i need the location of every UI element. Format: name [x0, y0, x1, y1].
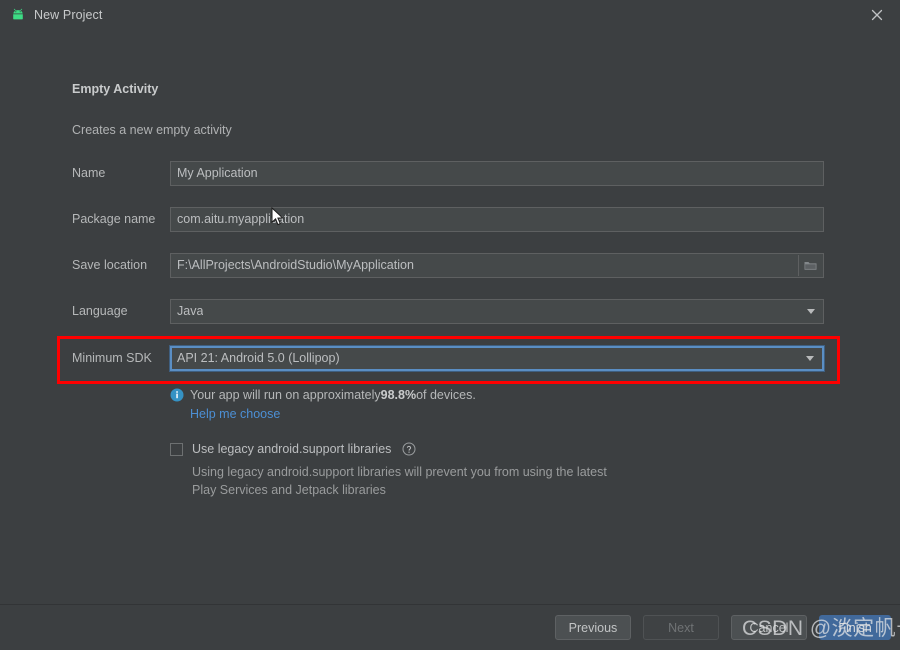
- legacy-libraries-label[interactable]: Use legacy android.support libraries: [192, 442, 391, 456]
- row-save-location: Save location F:\AllProjects\AndroidStud…: [0, 252, 900, 278]
- row-minimum-sdk: Minimum SDK API 21: Android 5.0 (Lollipo…: [0, 345, 900, 371]
- page-title: Empty Activity: [72, 82, 159, 96]
- wizard-content: Empty Activity Creates a new empty activ…: [0, 30, 900, 605]
- minimum-sdk-select-value: API 21: Android 5.0 (Lollipop): [177, 351, 340, 365]
- chevron-down-icon[interactable]: [799, 301, 822, 322]
- page-subtitle: Creates a new empty activity: [72, 123, 232, 137]
- minimum-sdk-select[interactable]: API 21: Android 5.0 (Lollipop): [170, 345, 824, 371]
- android-robot-icon: [10, 7, 26, 23]
- window-titlebar: New Project: [0, 0, 900, 30]
- package-name-input-value: com.aitu.myapplication: [177, 212, 305, 226]
- window-title: New Project: [34, 8, 103, 22]
- legacy-libraries-option[interactable]: Use legacy android.support libraries: [170, 442, 416, 456]
- dialog-footer: Previous Next Cancel Finish: [0, 604, 900, 650]
- sdk-device-coverage-info: Your app will run on approximately 98.8%…: [170, 388, 476, 402]
- save-location-input-value: F:\AllProjects\AndroidStudio\MyApplicati…: [177, 258, 414, 272]
- save-location-input[interactable]: F:\AllProjects\AndroidStudio\MyApplicati…: [170, 252, 824, 278]
- question-mark-icon[interactable]: [402, 442, 416, 456]
- row-name: Name My Application: [0, 160, 900, 186]
- next-button: Next: [643, 615, 719, 640]
- folder-icon[interactable]: [798, 254, 822, 276]
- previous-button[interactable]: Previous: [555, 615, 631, 640]
- finish-button[interactable]: Finish: [819, 615, 891, 640]
- package-name-input[interactable]: com.aitu.myapplication: [170, 206, 824, 232]
- info-icon: [170, 388, 184, 402]
- minimum-sdk-label: Minimum SDK: [72, 351, 152, 365]
- name-input-value: My Application: [177, 166, 258, 180]
- close-icon[interactable]: [854, 0, 900, 30]
- chevron-down-icon[interactable]: [798, 349, 821, 368]
- coverage-text-after: of devices.: [416, 388, 476, 402]
- legacy-libraries-checkbox[interactable]: [170, 442, 183, 456]
- package-name-label: Package name: [72, 212, 156, 226]
- row-language: Language Java: [0, 298, 900, 324]
- legacy-libraries-description: Using legacy android.support libraries w…: [192, 465, 607, 497]
- row-package-name: Package name com.aitu.myapplication: [0, 206, 900, 232]
- coverage-text-before: Your app will run on approximately: [190, 388, 381, 402]
- language-label: Language: [72, 304, 128, 318]
- cancel-button[interactable]: Cancel: [731, 615, 807, 640]
- language-select[interactable]: Java: [170, 298, 824, 324]
- name-label: Name: [72, 166, 106, 180]
- coverage-percentage: 98.8%: [380, 388, 417, 402]
- save-location-label: Save location: [72, 258, 148, 272]
- language-select-value: Java: [177, 304, 204, 318]
- name-input[interactable]: My Application: [170, 160, 824, 186]
- help-me-choose-link[interactable]: Help me choose: [190, 407, 280, 421]
